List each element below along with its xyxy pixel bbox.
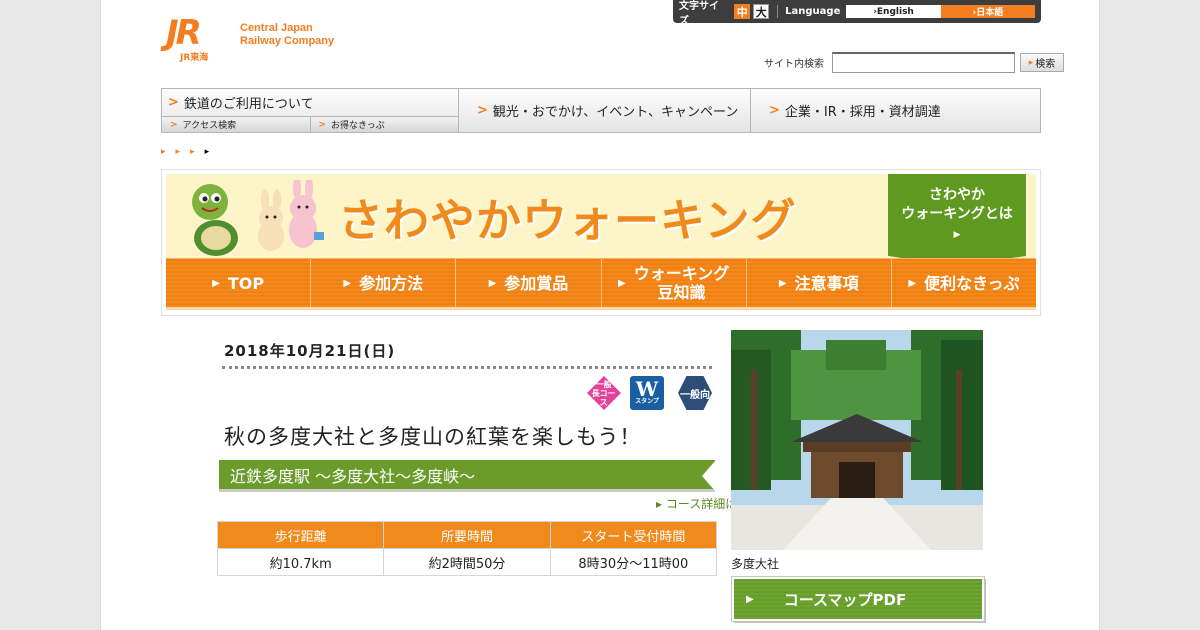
nav-rail-label: 鉄道のご利用について xyxy=(183,97,314,112)
play-arrow-icon: ▶ xyxy=(908,277,917,289)
w-stamp-label: スタンプ xyxy=(635,398,659,405)
company-name-line1: Central Japan xyxy=(240,22,313,34)
banner-menu-useful-tickets[interactable]: ▶ 便利なきっぷ xyxy=(892,259,1036,307)
about-walking-line1: さわやか xyxy=(929,187,985,203)
banner-header: さわやかウォーキング さわやか ウォーキングとは ▶ xyxy=(166,174,1036,266)
table-header-row: 歩行距離 所要時間 スタート受付時間 xyxy=(216,521,718,549)
company-name-line2: Railway Company xyxy=(240,35,335,47)
play-arrow-icon: ▶ xyxy=(343,277,352,289)
nav-discount-tickets-label: お得なきっぷ xyxy=(331,121,385,131)
language-label: Language xyxy=(785,6,841,17)
long-course-badge-icon: 一般 長コース xyxy=(587,376,621,410)
site-search: サイト内検索 検索 xyxy=(764,52,1064,73)
dotted-divider xyxy=(222,366,712,369)
header-start-time: スタート受付時間 xyxy=(549,521,718,549)
nav-tourism-label: 観光・おでかけ、イベント、キャンペーン xyxy=(492,105,739,120)
english-link[interactable]: ›English xyxy=(846,5,941,18)
cell-duration: 約2時間50分 xyxy=(383,548,551,576)
play-arrow-icon: ▶ xyxy=(488,277,497,289)
course-map-pdf-label: コースマップPDF xyxy=(783,590,907,609)
nav-group-rail: > 鉄道のご利用について > アクセス検索 > お得なきっぷ xyxy=(162,89,459,132)
route-bar: 近鉄多度駅 ～多度大社～多度峡～ xyxy=(219,460,716,492)
cell-start-time: 8時30分～11時00 xyxy=(549,548,718,576)
breadcrumb-arrow-icon[interactable]: ▸ xyxy=(190,147,195,157)
chevron-right-icon: > xyxy=(170,119,178,130)
banner-title: さわやかウォーキング xyxy=(338,194,797,247)
banner-menu-label: ウォーキング xyxy=(633,264,730,283)
breadcrumb: ▸ ▸ ▸ ▸ xyxy=(161,147,219,157)
chevron-right-icon: > xyxy=(168,95,179,110)
long-course-badge-text: 一般 長コース xyxy=(592,379,616,407)
banner-menu-walking-tips[interactable]: ▶ ウォーキング 豆知識 xyxy=(602,259,747,307)
event-date: 2018年10月21日(日) xyxy=(224,342,396,360)
table-row: 約10.7km 約2時間50分 8時30分～11時00 xyxy=(216,548,718,576)
event-title: 秋の多度大社と多度山の紅葉を楽しもう！ xyxy=(224,425,642,449)
play-arrow-icon: ▶ xyxy=(212,277,220,289)
event-badges: 一般 長コース W スタンプ 一般向 xyxy=(578,376,712,410)
play-arrow-icon: ▶ xyxy=(746,593,754,605)
nav-access-search[interactable]: > アクセス検索 xyxy=(162,117,310,132)
nav-rail[interactable]: > 鉄道のご利用について xyxy=(162,89,458,117)
header-distance: 歩行距離 xyxy=(216,521,385,549)
banner-menu-label: 便利なきっぷ xyxy=(924,273,1020,293)
page: JR JR東海 Central Japan Railway Company 文字… xyxy=(100,0,1100,630)
banner-menu: ▶ TOP ▶ 参加方法 ▶ 参加賞品 ▶ ウォーキング 豆知識 ▶ 注意事項 xyxy=(166,258,1036,310)
font-size-label: 文字サイズ xyxy=(679,0,719,27)
course-map-pdf-button[interactable]: ▶ コースマップPDF xyxy=(731,576,985,622)
company-name: Central Japan Railway Company xyxy=(240,22,334,48)
banner-menu-label: TOP xyxy=(227,273,265,293)
route-text: 近鉄多度駅 ～多度大社～多度峡～ xyxy=(230,466,476,486)
jr-logo-sub: JR東海 xyxy=(180,53,209,63)
about-walking-button[interactable]: さわやか ウォーキングとは ▶ xyxy=(888,174,1026,266)
search-button[interactable]: 検索 xyxy=(1020,53,1064,72)
utility-bar: 文字サイズ 中 大 Language ›English ›日本語 xyxy=(673,0,1041,27)
about-walking-line2: ウォーキングとは xyxy=(901,206,1013,222)
walking-banner: さわやかウォーキング さわやか ウォーキングとは ▶ ▶ TOP ▶ 参加方法 … xyxy=(161,169,1041,316)
chevron-right-icon: > xyxy=(318,119,327,130)
nav-rail-subs: > アクセス検索 > お得なきっぷ xyxy=(162,117,458,132)
banner-menu-label: 参加方法 xyxy=(359,273,424,293)
breadcrumb-arrow-icon: ▸ xyxy=(204,147,210,157)
play-arrow-icon: ▶ xyxy=(617,277,626,289)
cell-distance: 約10.7km xyxy=(216,548,385,576)
banner-menu-how-to-join[interactable]: ▶ 参加方法 xyxy=(311,259,457,307)
w-stamp-badge-icon: W スタンプ xyxy=(630,376,664,410)
jr-logo-mark: JR JR東海 xyxy=(166,16,232,64)
banner-menu-notes[interactable]: ▶ 注意事項 xyxy=(747,259,892,307)
event-info-table: 歩行距離 所要時間 スタート受付時間 約10.7km 約2時間50分 8時30分… xyxy=(216,521,718,576)
w-stamp-letter: W xyxy=(635,377,659,401)
nav-discount-tickets[interactable]: > お得なきっぷ xyxy=(309,117,458,132)
global-nav: > 鉄道のご利用について > アクセス検索 > お得なきっぷ > 観光・おでかけ… xyxy=(161,88,1041,133)
photo-caption: 多度大社 xyxy=(731,557,780,571)
nav-corporate[interactable]: > 企業・IR・採用・資材調達 xyxy=(751,89,1040,132)
banner-menu-prizes[interactable]: ▶ 参加賞品 xyxy=(456,259,602,307)
search-input[interactable] xyxy=(832,52,1015,73)
play-arrow-icon: ▶ xyxy=(953,230,961,240)
mascot-illustration xyxy=(192,180,324,256)
header-duration: 所要時間 xyxy=(383,521,551,549)
general-badge-icon: 一般向 xyxy=(678,376,712,410)
breadcrumb-arrow-icon[interactable]: ▸ xyxy=(161,147,166,157)
japanese-link[interactable]: ›日本語 xyxy=(940,5,1036,18)
nav-tourism[interactable]: > 観光・おでかけ、イベント、キャンペーン xyxy=(459,89,751,132)
jr-central-logo[interactable]: JR JR東海 Central Japan Railway Company xyxy=(166,16,334,64)
nav-corporate-label: 企業・IR・採用・資材調達 xyxy=(784,105,941,120)
play-arrow-icon: ▶ xyxy=(778,277,787,289)
general-badge-text: 一般向 xyxy=(680,389,710,401)
banner-menu-label-sub: 豆知識 xyxy=(657,283,706,302)
banner-menu-label-stack: ウォーキング 豆知識 xyxy=(634,264,730,302)
jr-logo-letters: JR xyxy=(166,13,202,53)
banner-menu-label: 注意事項 xyxy=(794,273,859,293)
nav-access-search-label: アクセス検索 xyxy=(182,121,237,131)
chevron-right-icon: > xyxy=(477,103,488,118)
breadcrumb-arrow-icon[interactable]: ▸ xyxy=(176,147,181,157)
banner-menu-label: 参加賞品 xyxy=(504,273,569,293)
utility-divider xyxy=(777,5,779,18)
font-size-large-button[interactable]: 大 xyxy=(753,4,770,19)
banner-menu-top[interactable]: ▶ TOP xyxy=(166,259,312,307)
search-label: サイト内検索 xyxy=(764,59,824,70)
shrine-photo xyxy=(731,330,983,550)
chevron-right-icon: > xyxy=(769,103,780,118)
font-size-medium-button[interactable]: 中 xyxy=(734,4,751,19)
